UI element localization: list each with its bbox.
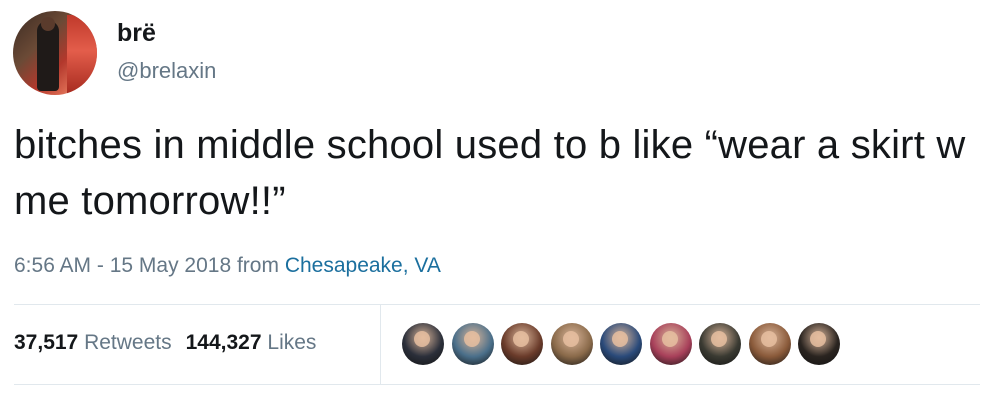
liker-avatar-9[interactable] bbox=[798, 323, 840, 365]
tweet-timestamp[interactable]: 6:56 AM - 15 May 2018 from bbox=[14, 254, 279, 277]
author-display-name[interactable]: brë bbox=[117, 18, 156, 48]
tweet-text: bitches in middle school used to b like … bbox=[14, 123, 966, 223]
liker-avatar-7[interactable] bbox=[699, 323, 741, 365]
avatar-background bbox=[67, 15, 97, 95]
likes-count: 144,327 bbox=[185, 331, 262, 354]
avatar-figure bbox=[37, 21, 59, 91]
tweet-meta: 6:56 AM - 15 May 2018 from Chesapeake, V… bbox=[14, 253, 441, 279]
liker-avatar-2[interactable] bbox=[451, 323, 494, 365]
liker-avatar-3[interactable] bbox=[501, 323, 543, 365]
liker-avatar-1[interactable] bbox=[402, 323, 444, 365]
likes-stat[interactable]: 144,327 Likes bbox=[186, 331, 317, 354]
author-avatar[interactable] bbox=[13, 11, 97, 95]
liker-avatar-6[interactable] bbox=[649, 323, 692, 365]
retweets-label: Retweets bbox=[84, 331, 172, 354]
liker-avatar-8[interactable] bbox=[748, 323, 791, 365]
tweet-stats: 37,517 Retweets 144,327 Likes bbox=[14, 330, 316, 356]
stats-separator bbox=[380, 305, 381, 384]
divider-bottom bbox=[14, 384, 980, 385]
liker-avatar-4[interactable] bbox=[550, 323, 593, 365]
divider-top bbox=[14, 304, 980, 305]
retweets-stat[interactable]: 37,517 Retweets bbox=[14, 331, 172, 354]
likes-label: Likes bbox=[267, 331, 317, 354]
author-handle[interactable]: @brelaxin bbox=[117, 58, 216, 84]
avatar-head bbox=[41, 17, 55, 31]
retweets-count: 37,517 bbox=[14, 331, 79, 354]
tweet-location-link[interactable]: Chesapeake, VA bbox=[285, 254, 441, 277]
tweet-card: brë @brelaxin bitches in middle school u… bbox=[0, 0, 990, 400]
liker-avatar-5[interactable] bbox=[600, 323, 642, 365]
